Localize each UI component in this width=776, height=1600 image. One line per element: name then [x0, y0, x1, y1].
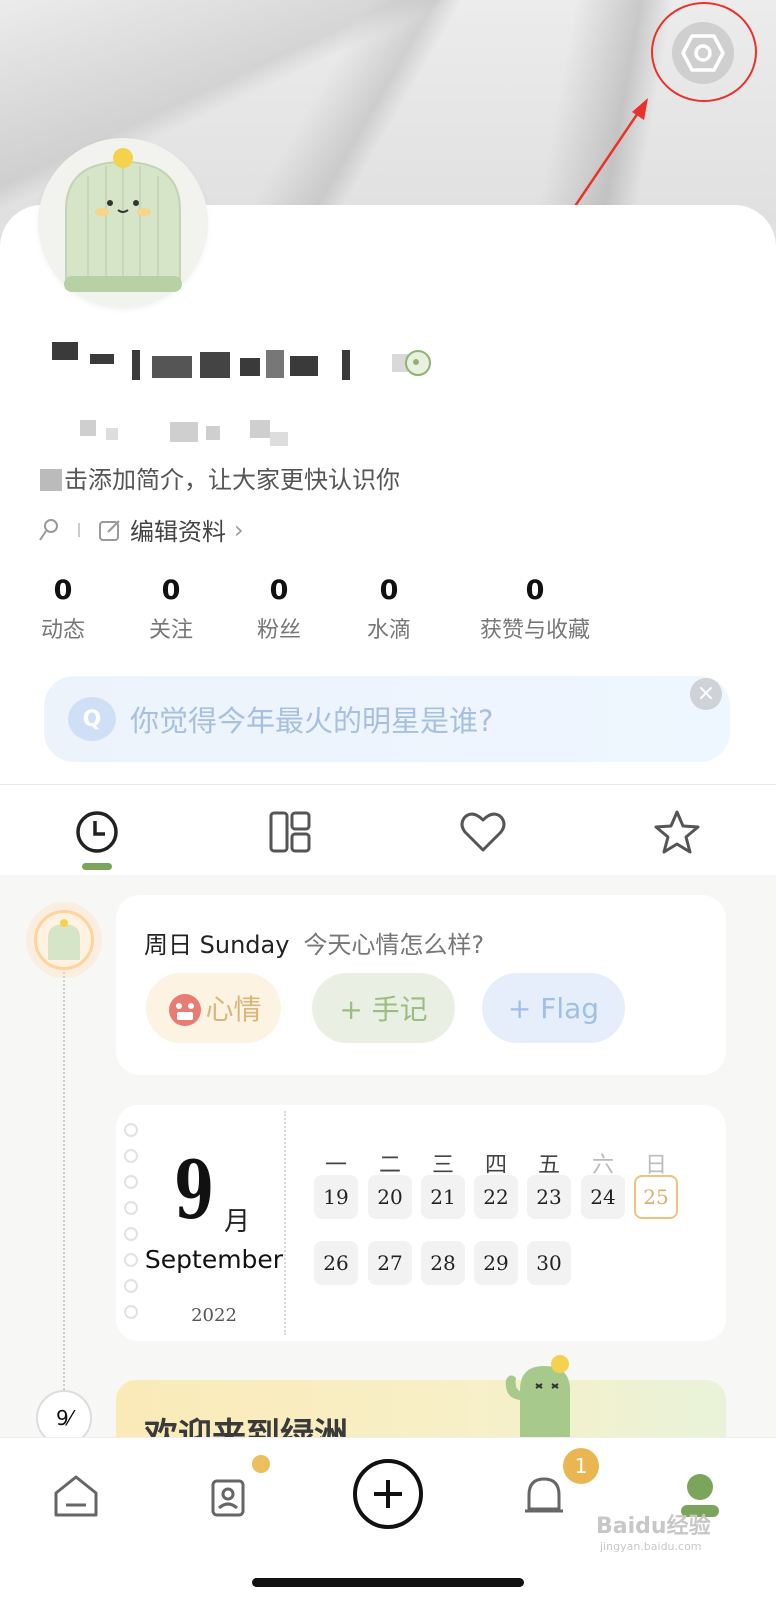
close-icon[interactable]: ×	[690, 678, 722, 710]
calendar-day[interactable]: 24	[581, 1175, 625, 1219]
calendar-day[interactable]: 29	[474, 1241, 518, 1285]
calendar-day[interactable]: 20	[368, 1175, 412, 1219]
stat-value: 0	[161, 575, 181, 606]
nav-home[interactable]	[46, 1466, 106, 1526]
level-badge-icon	[392, 350, 431, 376]
calendar-day[interactable]: 26	[314, 1241, 358, 1285]
calendar-day[interactable]: 30	[527, 1241, 571, 1285]
edit-profile-link[interactable]: 编辑资料	[130, 512, 226, 547]
cactus-avatar-icon	[48, 919, 80, 960]
mood-button[interactable]: 心情	[146, 973, 281, 1043]
mood-card: 周日 Sunday 今天心情怎么样? 心情 + 手记 + Flag	[116, 895, 726, 1075]
add-note-button[interactable]: + 手记	[312, 973, 455, 1043]
star-icon	[654, 810, 700, 854]
bell-icon	[525, 1477, 563, 1513]
stat-label: 粉丝	[256, 618, 301, 643]
calendar-card: 9 月 September 2022 一 二 三 四 五 六 日 19 20 2…	[116, 1105, 726, 1341]
welcome-banner[interactable]: 欢迎来到绿洲	[116, 1380, 726, 1440]
calendar-month-cn: 月	[224, 1207, 251, 1237]
calendar-day[interactable]: 23	[527, 1175, 571, 1219]
calendar-separator	[284, 1111, 286, 1335]
calendar-day[interactable]: 28	[421, 1241, 465, 1285]
banner-text: 欢迎来到绿洲	[144, 1416, 348, 1440]
active-tab-indicator	[82, 863, 112, 870]
stat-posts[interactable]: 0 动态	[30, 574, 96, 644]
mood-header: 周日 Sunday 今天心情怎么样?	[144, 925, 484, 960]
new-content-dot	[252, 1455, 270, 1473]
settings-hexagon-icon	[681, 34, 725, 72]
bio-redacted	[40, 469, 62, 491]
calendar-day[interactable]: 22	[474, 1175, 518, 1219]
stat-water-drops[interactable]: 0 水滴	[356, 574, 422, 644]
timeline-avatar	[34, 910, 94, 970]
heart-icon	[460, 812, 506, 852]
tab-likes[interactable]	[458, 807, 508, 857]
calendar-month-en: September	[144, 1245, 284, 1274]
username-redacted	[52, 342, 352, 382]
avatar[interactable]	[38, 138, 208, 308]
stat-value: 0	[53, 575, 73, 606]
nav-contacts[interactable]	[200, 1466, 260, 1526]
stat-label: 关注	[148, 618, 193, 643]
watermark-url: jingyan.baidu.com	[600, 1540, 702, 1553]
clock-icon	[76, 811, 118, 853]
watermark: Baidu经验	[596, 1514, 711, 1539]
stat-label: 水滴	[366, 618, 411, 643]
timeline-line	[63, 960, 65, 1430]
user-id-redacted	[70, 420, 310, 450]
stat-followers[interactable]: 0 粉丝	[246, 574, 312, 644]
mood-face-icon	[169, 994, 202, 1026]
question-text: 你觉得今年最火的明星是谁?	[130, 704, 494, 738]
add-icon	[353, 1459, 423, 1529]
home-indicator[interactable]	[252, 1578, 524, 1587]
mood-prompt: 今天心情怎么样?	[303, 931, 485, 959]
question-banner[interactable]: Q 你觉得今年最火的明星是谁?	[44, 676, 730, 762]
edit-profile-row[interactable]: 编辑资料 ›	[38, 512, 244, 547]
contacts-icon	[211, 1479, 245, 1517]
stat-label: 动态	[40, 618, 85, 643]
day-label: 周日 Sunday	[144, 931, 290, 959]
edit-icon	[99, 519, 120, 541]
home-icon	[54, 1475, 98, 1517]
stat-likes-favorites[interactable]: 0 获赞与收藏	[470, 574, 600, 644]
cactus-avatar-icon	[64, 148, 182, 292]
settings-button[interactable]	[672, 22, 734, 84]
bio-placeholder[interactable]: 击添加简介，让大家更快认识你	[40, 460, 400, 495]
location-pin-icon	[39, 518, 58, 541]
notification-badge: 1	[563, 1448, 599, 1484]
stat-value: 0	[269, 575, 289, 606]
chevron-right-icon: ›	[234, 515, 244, 544]
calendar-day[interactable]: 21	[421, 1175, 465, 1219]
grid-icon	[269, 811, 311, 853]
mood-label: 心情	[205, 993, 262, 1026]
calendar-day[interactable]: 27	[368, 1241, 412, 1285]
cactus-mascot-icon	[505, 1355, 570, 1440]
binder-holes	[124, 1123, 138, 1331]
stat-label: 获赞与收藏	[479, 618, 590, 643]
stat-value: 0	[525, 575, 545, 606]
content-tabs	[0, 785, 776, 875]
nav-add[interactable]	[350, 1456, 426, 1532]
separator	[78, 522, 80, 537]
calendar-day-today[interactable]: 25	[634, 1175, 678, 1219]
question-icon: Q	[68, 697, 116, 741]
calendar-month-number: 9	[174, 1143, 215, 1237]
tab-favorites[interactable]	[652, 807, 702, 857]
calendar-year: 2022	[191, 1305, 237, 1326]
stat-following[interactable]: 0 关注	[138, 574, 204, 644]
add-flag-button[interactable]: + Flag	[482, 973, 625, 1043]
calendar-day[interactable]: 19	[314, 1175, 358, 1219]
tab-timeline[interactable]	[72, 807, 122, 857]
bio-text: 击添加简介，让大家更快认识你	[64, 466, 400, 494]
tab-grid[interactable]	[265, 807, 315, 857]
stat-value: 0	[379, 575, 399, 606]
